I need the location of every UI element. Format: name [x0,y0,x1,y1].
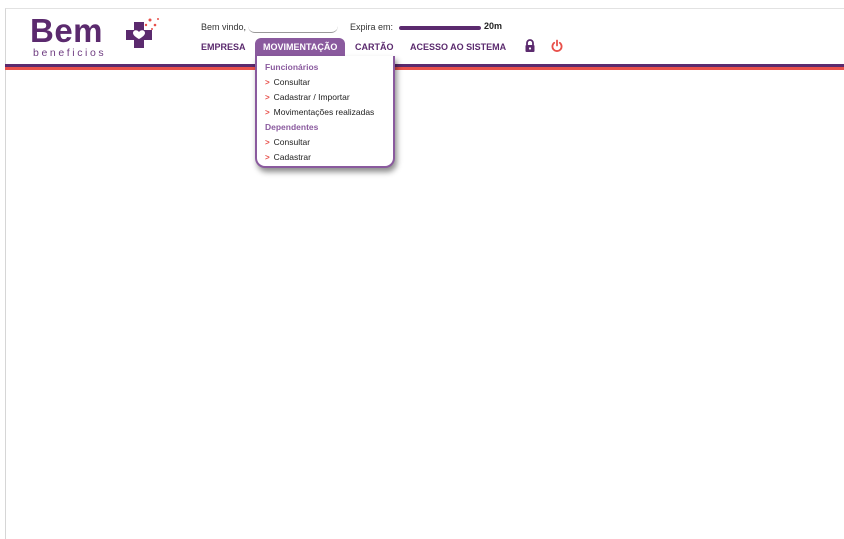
chevron-right-icon: > [265,108,270,117]
chevron-right-icon: > [265,153,270,162]
chevron-right-icon: > [265,138,270,147]
page-frame [5,8,844,539]
welcome-label: Bem vindo, [201,22,247,32]
menu-item-funcionarios-cadastrar-importar[interactable]: > Cadastrar / Importar [265,92,350,102]
menu-item-label: Cadastrar / Importar [273,92,350,102]
movimentacao-dropdown: Funcionários > Consultar > Cadastrar / Imp… [255,56,395,168]
menu-item-label: Movimentações realizadas [273,107,375,117]
menu-item-label: Cadastrar [273,152,311,162]
header-stripe-red [5,67,844,70]
session-expiry-bar [399,26,481,30]
nav-acesso-ao-sistema[interactable]: ACESSO AO SISTEMA [410,38,506,56]
logo-tagline: beneficios [33,47,107,59]
medical-cross-icon [126,18,159,48]
nav-cartao[interactable]: CARTÃO [355,38,394,56]
menu-item-dependentes-cadastrar[interactable]: > Cadastrar [265,152,311,162]
brand-logo[interactable]: Bem beneficios [30,12,170,60]
chevron-right-icon: > [265,78,270,87]
nav-movimentacao[interactable]: MOVIMENTAÇÃO [255,38,346,58]
menu-item-label: Consultar [273,77,311,87]
nav-empresa[interactable]: EMPRESA [201,38,246,56]
dropdown-section-funcionarios: Funcionários [265,62,319,72]
menu-item-funcionarios-consultar[interactable]: > Consultar [265,77,310,87]
chevron-right-icon: > [265,93,270,102]
welcome-username [248,26,338,33]
power-icon[interactable] [550,39,564,53]
menu-item-funcionarios-movimentacoes[interactable]: > Movimentações realizadas [265,107,374,117]
menu-item-label: Consultar [273,137,311,147]
session-expiry-time: 20m [484,21,503,31]
menu-item-dependentes-consultar[interactable]: > Consultar [265,137,310,147]
session-expiry-fill [399,26,481,30]
dropdown-section-dependentes: Dependentes [265,122,319,132]
session-expiry-label: Expira em: [350,22,394,32]
lock-icon[interactable] [523,39,537,53]
logo-wordmark: Bem [30,12,104,49]
